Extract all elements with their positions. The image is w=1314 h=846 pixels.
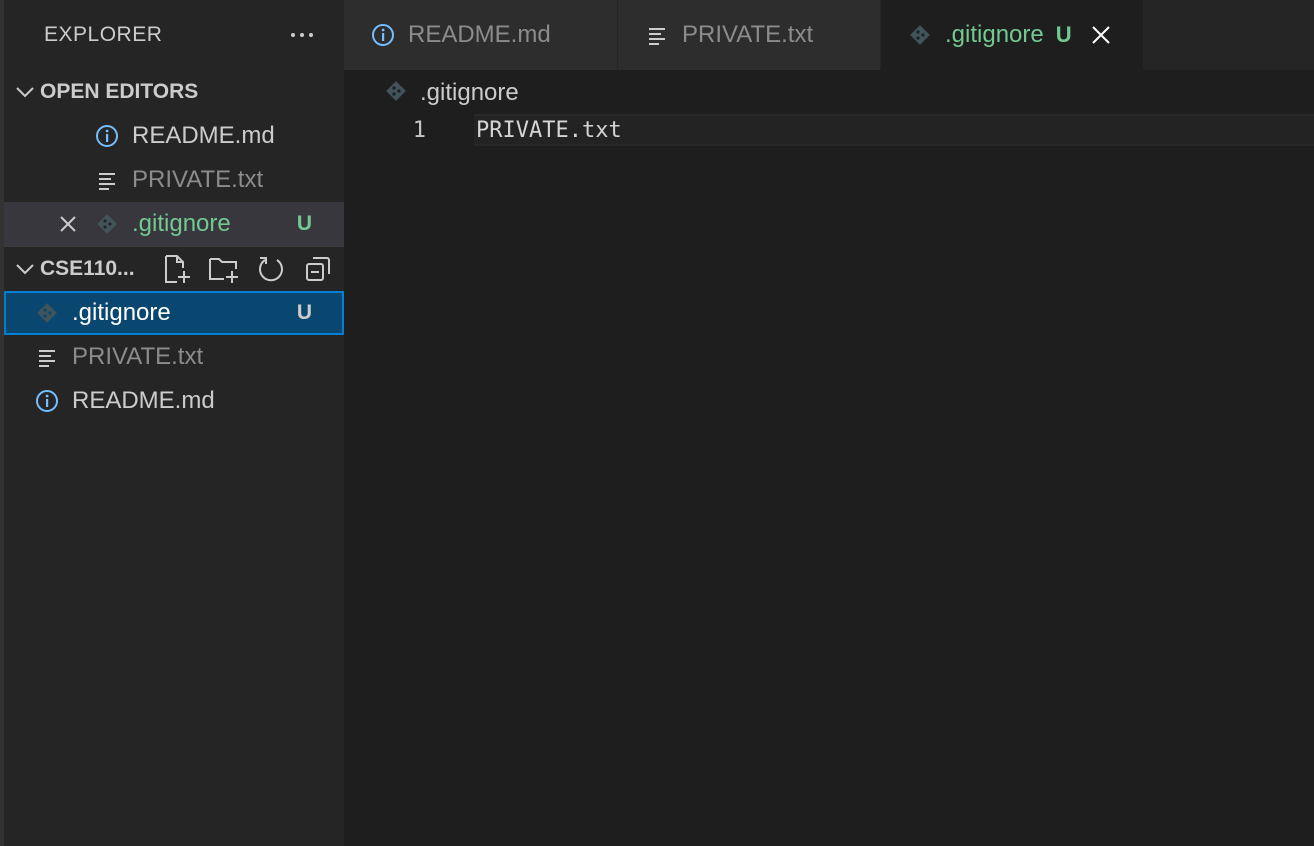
collapse-all-button[interactable] xyxy=(301,252,335,286)
explorer-header: EXPLORER xyxy=(4,0,344,70)
tree-item-private[interactable]: PRIVATE.txt xyxy=(4,335,344,379)
lines-icon xyxy=(34,344,60,370)
close-icon[interactable] xyxy=(56,212,80,236)
open-editors-label: OPEN EDITORS xyxy=(40,80,199,103)
new-file-button[interactable] xyxy=(160,252,194,286)
open-editor-label: README.md xyxy=(132,122,275,149)
chevron-down-icon xyxy=(10,249,40,289)
lines-icon xyxy=(94,167,120,193)
open-editor-item-private[interactable]: PRIVATE.txt xyxy=(4,158,344,202)
code-line[interactable]: PRIVATE.txt xyxy=(476,118,622,143)
open-editors-section-header[interactable]: OPEN EDITORS xyxy=(4,72,344,112)
explorer-title: EXPLORER xyxy=(44,23,163,46)
info-icon xyxy=(94,123,120,149)
git-icon xyxy=(34,300,60,326)
new-file-icon xyxy=(165,255,190,283)
close-icon[interactable] xyxy=(1088,22,1114,48)
breadcrumb[interactable]: .gitignore xyxy=(384,78,519,108)
tree-item-label: .gitignore xyxy=(72,299,171,326)
folder-actions xyxy=(160,252,348,286)
open-editor-label: .gitignore xyxy=(132,210,231,237)
tree-item-label: README.md xyxy=(72,387,215,414)
untracked-badge: U xyxy=(1055,22,1072,47)
info-icon xyxy=(370,22,396,48)
git-icon xyxy=(907,22,933,48)
untracked-badge: U xyxy=(296,301,312,324)
more-dot-icon xyxy=(309,33,313,37)
tree-item-gitignore[interactable]: .gitignore U xyxy=(4,291,344,335)
open-editor-item-gitignore[interactable]: .gitignore U xyxy=(4,202,344,246)
editor-pane[interactable]: .gitignore 1 PRIVATE.txt xyxy=(344,70,1314,846)
new-folder-icon xyxy=(209,258,238,283)
line-number: 1 xyxy=(412,118,426,143)
folder-name-label: CSE110... xyxy=(40,257,135,280)
new-folder-button[interactable] xyxy=(207,252,241,286)
collapse-all-icon xyxy=(306,257,330,281)
open-editor-label: PRIVATE.txt xyxy=(132,166,264,193)
git-icon xyxy=(384,79,408,108)
breadcrumb-label: .gitignore xyxy=(420,79,519,106)
untracked-badge: U xyxy=(296,212,312,235)
info-icon xyxy=(34,388,60,414)
editor-tabbar: README.md PRIVATE.txt .gitignore U xyxy=(344,0,1314,70)
chevron-down-icon xyxy=(10,72,40,112)
tab-readme[interactable]: README.md xyxy=(344,0,618,70)
vscode-window: EXPLORER OPEN EDITORS README.md PRIVATE.… xyxy=(0,0,1314,846)
tree-item-label: PRIVATE.txt xyxy=(72,343,204,370)
open-editor-item-readme[interactable]: README.md xyxy=(4,114,344,158)
git-icon xyxy=(94,211,120,237)
tab-private[interactable]: PRIVATE.txt xyxy=(618,0,881,70)
more-dot-icon xyxy=(300,33,304,37)
lines-icon xyxy=(644,22,670,48)
refresh-button[interactable] xyxy=(254,252,288,286)
tree-item-readme[interactable]: README.md xyxy=(4,379,344,423)
refresh-icon xyxy=(259,257,283,282)
tab-label: .gitignore xyxy=(945,21,1044,48)
tab-label: README.md xyxy=(408,21,551,48)
explorer-sidebar: EXPLORER OPEN EDITORS README.md PRIVATE.… xyxy=(0,0,344,846)
more-actions-button[interactable] xyxy=(282,20,322,50)
tab-gitignore[interactable]: .gitignore U xyxy=(881,0,1144,70)
section-divider xyxy=(4,246,344,247)
tab-label: PRIVATE.txt xyxy=(682,21,814,48)
more-dot-icon xyxy=(291,33,295,37)
